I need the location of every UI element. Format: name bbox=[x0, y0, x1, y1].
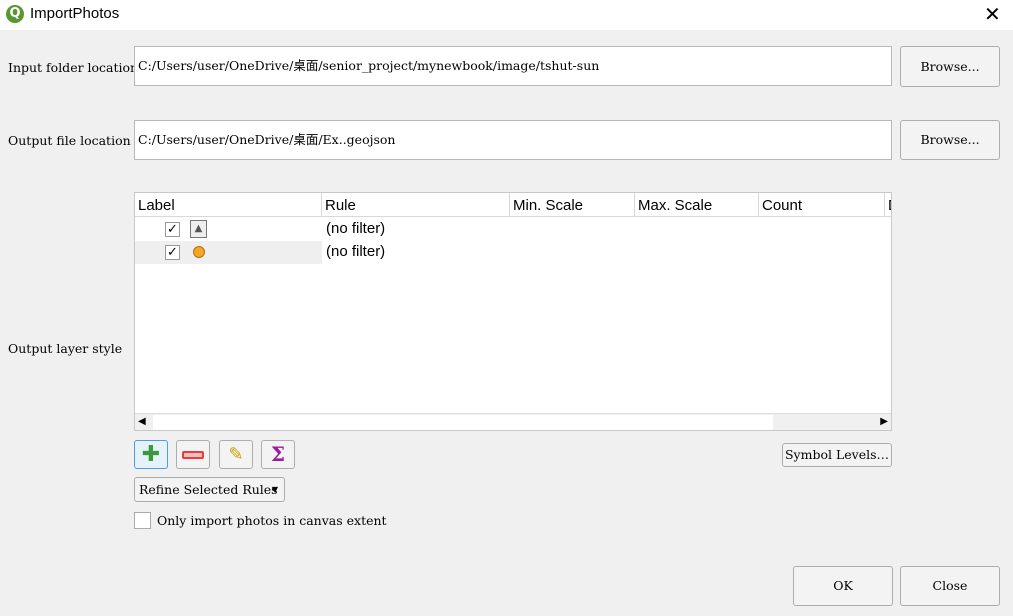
orange-circle-icon bbox=[193, 246, 205, 258]
qgis-logo-icon: Q bbox=[6, 5, 24, 23]
input-folder-field[interactable]: C:/Users/user/OneDrive/桌面/senior_project… bbox=[134, 46, 892, 86]
remove-rule-button[interactable] bbox=[176, 440, 210, 469]
dropdown-arrow-icon: ▼ bbox=[271, 485, 278, 494]
input-browse-button[interactable]: Browse... bbox=[900, 46, 1000, 87]
sigma-icon: Σ bbox=[270, 442, 286, 466]
pencil-icon: ✎ bbox=[228, 444, 244, 465]
close-button[interactable]: Close bbox=[900, 566, 1000, 606]
ok-button[interactable]: OK bbox=[793, 566, 893, 606]
output-layer-style-label: Output layer style bbox=[8, 341, 123, 356]
input-folder-label: Input folder location bbox=[8, 60, 139, 75]
column-header-max-scale[interactable]: Max. Scale bbox=[635, 193, 759, 217]
output-file-label: Output file location bbox=[8, 133, 131, 148]
table-row[interactable]: ✓ (no filter) bbox=[135, 241, 891, 264]
window-title: ImportPhotos bbox=[30, 5, 120, 22]
symbol-levels-button[interactable]: Symbol Levels… bbox=[782, 443, 892, 467]
minus-icon bbox=[182, 451, 204, 459]
column-header-min-scale[interactable]: Min. Scale bbox=[510, 193, 635, 217]
column-header-count[interactable]: Count bbox=[759, 193, 885, 217]
column-header-duplicate[interactable]: D bbox=[885, 193, 891, 217]
plus-icon: ✚ bbox=[141, 442, 161, 467]
column-header-rule[interactable]: Rule bbox=[322, 193, 510, 217]
add-rule-button[interactable]: ✚ bbox=[134, 440, 168, 469]
refine-rules-dropdown[interactable]: Refine Selected Rules ▼ bbox=[134, 477, 285, 502]
rule-cell: (no filter) bbox=[326, 220, 386, 237]
canvas-extent-label: Only import photos in canvas extent bbox=[157, 513, 387, 528]
edit-rule-button[interactable]: ✎ bbox=[219, 440, 253, 469]
table-row[interactable]: ✓ ▲ (no filter) bbox=[135, 218, 891, 241]
title-bar: Q ImportPhotos ✕ bbox=[0, 0, 1013, 30]
count-features-button[interactable]: Σ bbox=[261, 440, 295, 469]
refine-rules-label: Refine Selected Rules bbox=[139, 482, 278, 497]
canvas-extent-checkbox[interactable] bbox=[134, 512, 151, 529]
image-icon: ▲ bbox=[190, 220, 207, 238]
rules-table[interactable]: Label Rule Min. Scale Max. Scale Count D… bbox=[134, 192, 892, 431]
row-checkbox[interactable]: ✓ bbox=[165, 245, 180, 260]
output-file-field[interactable]: C:/Users/user/OneDrive/桌面/Ex..geojson bbox=[134, 120, 892, 160]
scroll-left-icon[interactable]: ◀ bbox=[138, 416, 146, 427]
scroll-thumb[interactable] bbox=[153, 415, 773, 430]
scroll-right-icon[interactable]: ▶ bbox=[880, 416, 888, 427]
column-header-label[interactable]: Label bbox=[135, 193, 322, 217]
output-browse-button[interactable]: Browse... bbox=[900, 120, 1000, 160]
rule-cell: (no filter) bbox=[326, 243, 386, 260]
close-icon[interactable]: ✕ bbox=[984, 2, 1001, 26]
row-checkbox[interactable]: ✓ bbox=[165, 222, 180, 237]
horizontal-scrollbar[interactable]: ◀ ▶ bbox=[135, 413, 891, 430]
